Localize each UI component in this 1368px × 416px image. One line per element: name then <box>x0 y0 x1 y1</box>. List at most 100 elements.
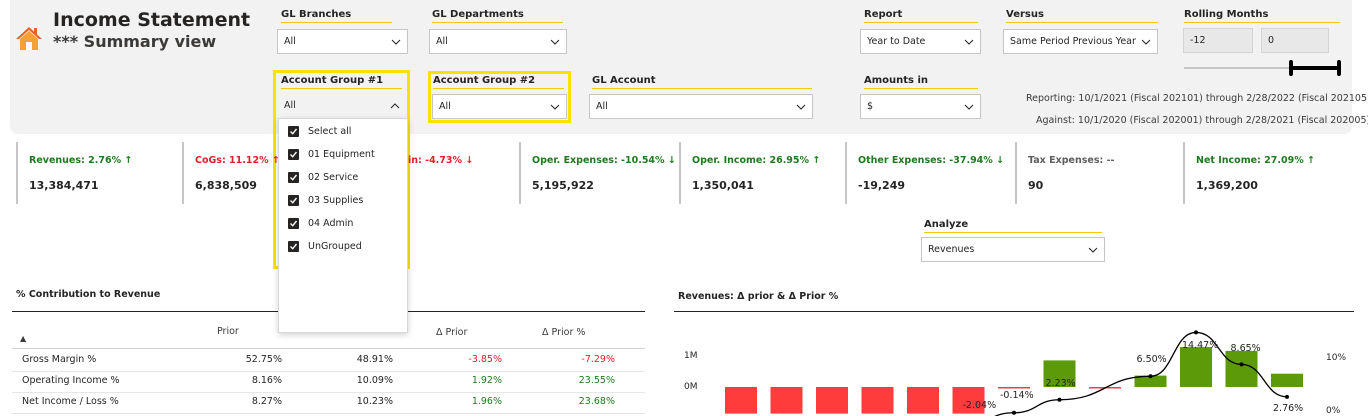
option-03-supplies[interactable]: 03 Supplies <box>288 192 363 208</box>
amounts-in-dropdown[interactable]: $ <box>860 94 981 119</box>
table-cell-prior: 52.75% <box>245 354 282 365</box>
chevron-up-icon[interactable] <box>390 101 400 111</box>
table-row-label: Net Income / Loss % <box>22 396 119 407</box>
chart-bar[interactable] <box>1271 373 1303 387</box>
option-label: Select all <box>308 125 352 137</box>
account-group-1-value[interactable]: All <box>284 100 296 111</box>
kpi-oper-income[interactable]: Oper. Income: 26.95% ↑ 1,350,041 <box>679 142 839 204</box>
chart-data-label: 6.50% <box>1137 354 1167 365</box>
reporting-period-text: Reporting: 10/1/2021 (Fiscal 202101) thr… <box>1026 93 1368 104</box>
chart-point[interactable] <box>1194 330 1198 335</box>
column-header-delta-prior[interactable]: Δ Prior <box>436 327 467 338</box>
option-ungrouped[interactable]: UnGrouped <box>288 238 362 254</box>
chart-bar[interactable] <box>816 387 848 414</box>
account-group-1-label: Account Group #1 <box>281 75 402 89</box>
gl-account-dropdown[interactable]: All <box>589 94 813 119</box>
report-label: Report <box>864 9 978 23</box>
chart-bar[interactable] <box>1225 350 1258 387</box>
kpi-net-income[interactable]: Net Income: 27.09% ↑ 1,369,200 <box>1183 142 1343 204</box>
column-header-delta-prior-pct[interactable]: Δ Prior % <box>542 327 585 338</box>
kpi-other-expenses[interactable]: Other Expenses: -37.94% ↓ -19,249 <box>845 142 1010 204</box>
chart-point[interactable] <box>1012 410 1016 415</box>
table-cell-current: 48.91% <box>356 354 393 365</box>
chart-data-label: 2.76% <box>1273 403 1303 414</box>
gl-account-value: All <box>596 101 608 112</box>
chart-point[interactable] <box>1148 374 1153 379</box>
chart-point[interactable] <box>1057 397 1062 402</box>
option-label: 04 Admin <box>308 217 354 229</box>
chart-data-label: -2.04% <box>963 400 997 411</box>
home-icon[interactable] <box>15 25 43 51</box>
analyze-dropdown[interactable]: Revenues <box>921 237 1105 262</box>
checkbox-checked-icon[interactable] <box>288 217 299 229</box>
rolling-months-to-input[interactable]: 0 <box>1261 28 1329 53</box>
chart-bar[interactable] <box>725 387 757 414</box>
checkbox-checked-icon[interactable] <box>288 240 299 252</box>
rolling-months-slider-handle-start[interactable] <box>1289 60 1293 76</box>
checkbox-checked-icon[interactable] <box>288 194 299 206</box>
chart-bar[interactable] <box>998 387 1030 389</box>
table-cell-prior: 8.27% <box>251 396 282 407</box>
kpi-revenues[interactable]: Revenues: 2.76% ↑ 13,384,471 <box>16 142 176 204</box>
table-cell-current: 10.09% <box>356 375 393 386</box>
table-cell-delta-pct: 23.55% <box>578 375 615 386</box>
kpi-value: 6,838,509 <box>195 179 257 192</box>
kpi-label: Net Income: 27.09% ↑ <box>1196 155 1315 166</box>
chart-data-label: 14.47% <box>1182 340 1218 351</box>
option-select-all[interactable]: Select all <box>288 123 351 139</box>
chart-bar[interactable] <box>1180 347 1212 387</box>
gl-branches-dropdown[interactable]: All <box>277 29 408 54</box>
option-01-equipment[interactable]: 01 Equipment <box>288 146 375 162</box>
option-04-admin[interactable]: 04 Admin <box>288 215 353 231</box>
page-subtitle: *** Summary view <box>53 32 217 51</box>
option-02-service[interactable]: 02 Service <box>288 169 358 185</box>
table-row-rule <box>12 371 645 372</box>
chart-point[interactable] <box>1239 362 1244 367</box>
chart-title: Revenues: Δ prior & Δ Prior % <box>678 291 839 302</box>
table-cell-delta: 1.92% <box>471 375 502 386</box>
chart-point[interactable] <box>1285 394 1289 399</box>
chevron-down-icon <box>550 39 560 45</box>
checkbox-checked-icon[interactable] <box>288 148 299 160</box>
versus-dropdown[interactable]: Same Period Previous Year <box>1003 29 1158 54</box>
account-group-2-dropdown[interactable]: All <box>432 94 567 119</box>
chart-data-label: 8.65% <box>1231 343 1261 354</box>
page-title: Income Statement <box>53 9 251 31</box>
y2-tick-label: 0% <box>1326 406 1341 416</box>
gl-departments-dropdown[interactable]: All <box>429 29 567 54</box>
rolling-months-slider-handle-end[interactable] <box>1337 60 1341 76</box>
y2-tick-label: 10% <box>1326 353 1347 363</box>
gl-account-label: GL Account <box>592 75 812 89</box>
kpi-tax-expenses[interactable]: Tax Expenses: -- 90 <box>1015 142 1175 204</box>
kpi-label: Tax Expenses: -- <box>1028 155 1115 166</box>
table-row-rule <box>12 392 645 393</box>
table-cell-delta-pct: -7.29% <box>581 354 615 365</box>
gl-departments-label: GL Departments <box>432 9 563 23</box>
chart-bar[interactable] <box>770 387 803 414</box>
kpi-gross-margin[interactable]: in: -4.73% ↓ <box>408 142 508 204</box>
kpi-value: 13,384,471 <box>29 179 99 192</box>
gl-departments-value: All <box>436 36 448 47</box>
table-cell-delta: -3.85% <box>468 354 502 365</box>
chevron-down-icon <box>1141 39 1151 45</box>
account-group-2-label: Account Group #2 <box>433 75 564 89</box>
rolling-months-slider-range <box>1292 66 1339 70</box>
sort-indicator[interactable]: ▲ <box>20 334 26 343</box>
chart-bar[interactable] <box>907 387 939 414</box>
option-label: UnGrouped <box>308 240 362 252</box>
rolling-months-from-input[interactable]: -12 <box>1183 28 1253 53</box>
chart-bar[interactable] <box>861 387 894 414</box>
table-row-label: Gross Margin % <box>22 354 97 365</box>
checkbox-checked-icon[interactable] <box>288 125 299 137</box>
report-dropdown[interactable]: Year to Date <box>860 29 981 54</box>
column-header-prior[interactable]: Prior <box>217 326 239 337</box>
kpi-value: -19,249 <box>858 179 906 192</box>
kpi-cogs[interactable]: CoGs: 11.12% ↑ 6,838,509 <box>182 142 282 204</box>
chevron-down-icon <box>964 39 974 45</box>
kpi-oper-expenses[interactable]: Oper. Expenses: -10.54% ↓ 5,195,922 <box>519 142 679 204</box>
kpi-label: CoGs: 11.12% ↑ <box>195 155 280 166</box>
checkbox-checked-icon[interactable] <box>288 171 299 183</box>
kpi-value: 1,369,200 <box>1196 179 1258 192</box>
revenue-delta-chart[interactable]: -2.04%-0.14% 2.23% 6.50% 14.47% 8.65% 2.76% <box>700 320 1320 416</box>
kpi-label: Other Expenses: -37.94% ↓ <box>858 155 1005 166</box>
